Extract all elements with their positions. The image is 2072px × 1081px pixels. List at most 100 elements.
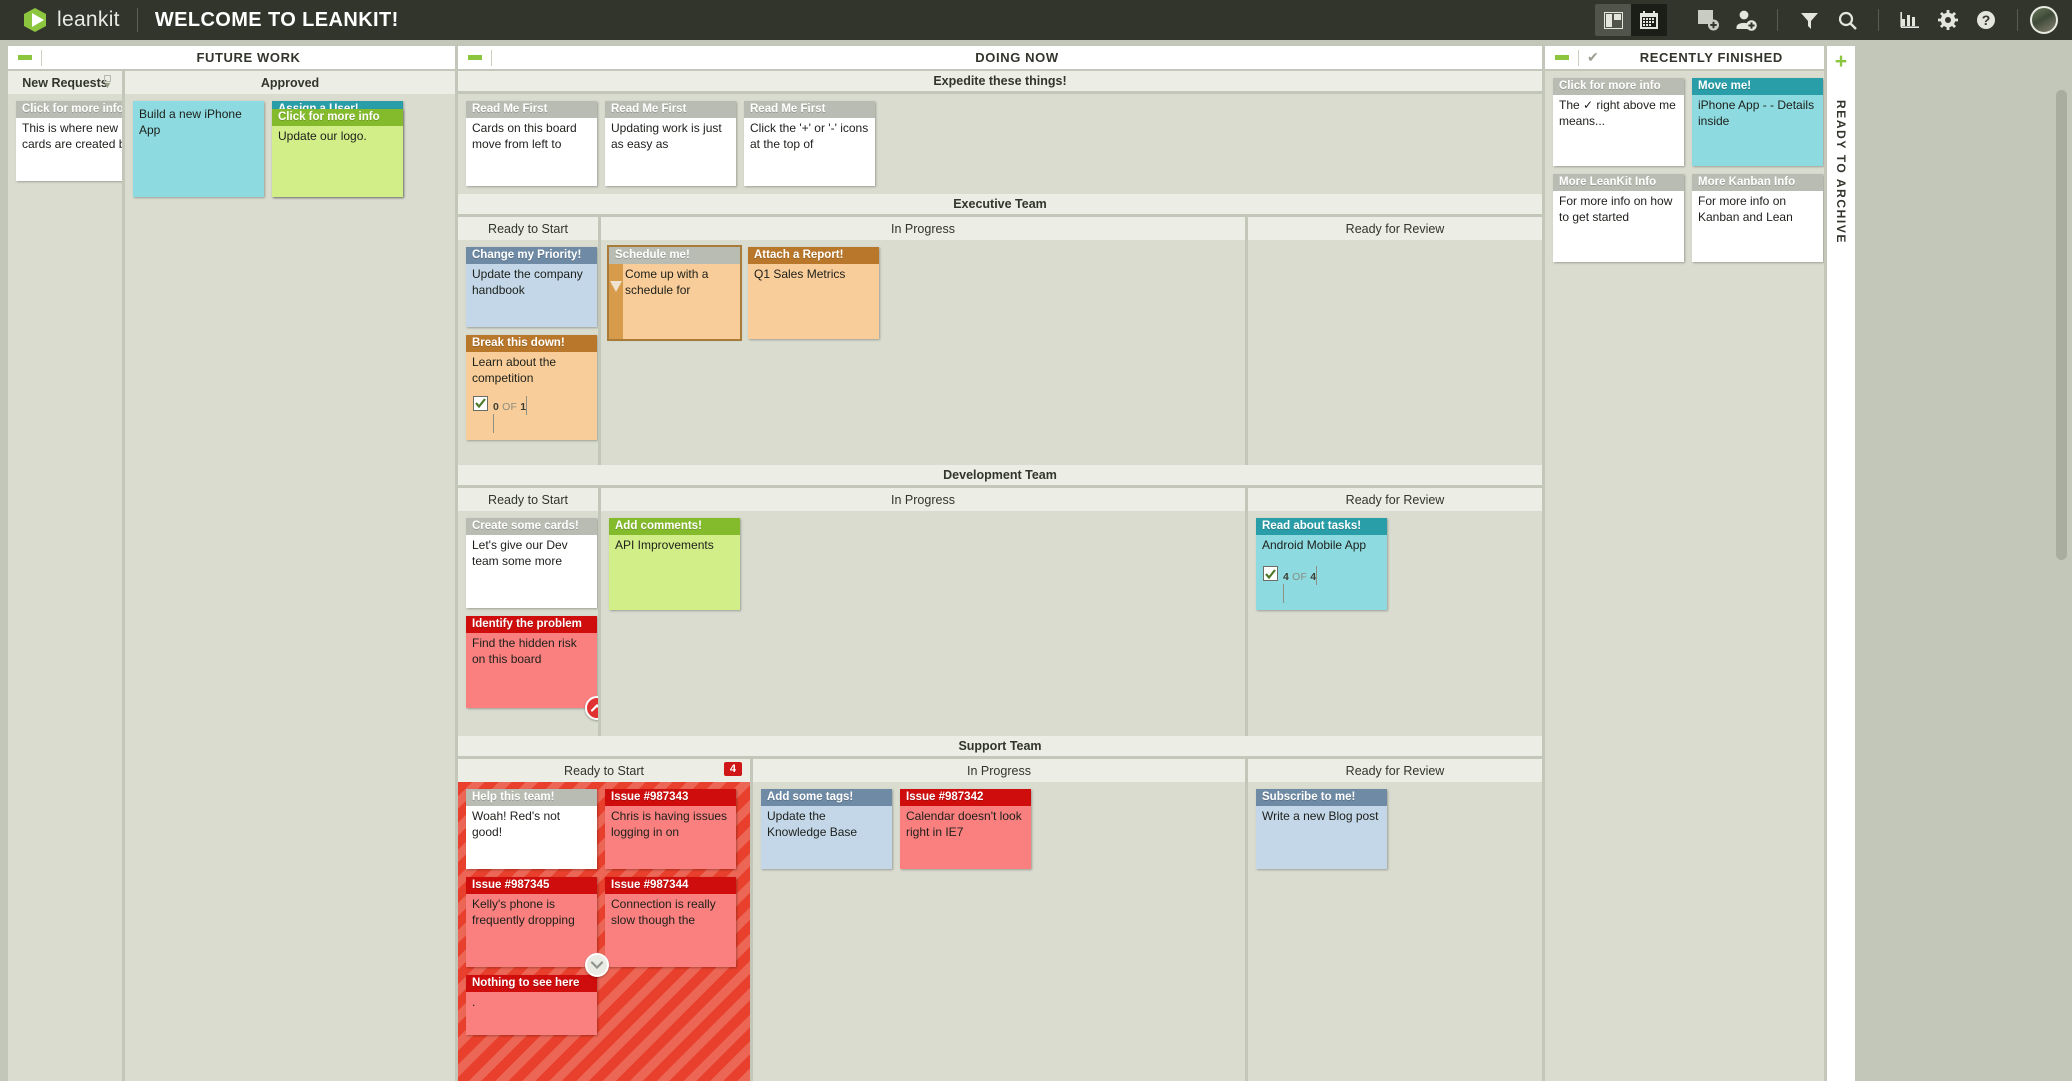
card[interactable]: Create some cards! Let's give our Dev te… — [466, 518, 597, 608]
column-header-exec-ready-for-review[interactable]: Ready for Review — [1248, 217, 1542, 240]
help-icon[interactable]: ? — [1967, 3, 2005, 37]
card[interactable]: Identify the problem Find the hidden ris… — [466, 616, 597, 708]
collapse-lane-icon[interactable] — [1555, 55, 1569, 60]
card-header: Change my Priority! — [466, 247, 597, 264]
dropzone-recently-finished[interactable]: Click for more info The ✓ right above me… — [1545, 71, 1824, 1081]
drop-target-icon[interactable]: ▼ — [103, 75, 112, 90]
card[interactable]: Issue #987343 Chris is having issues log… — [605, 789, 736, 869]
card-body: Click the '+' or '-' icons at the top of — [744, 118, 875, 186]
dropzone-support-ready-to-start[interactable]: Help this team! Woah! Red's not good! Is… — [458, 782, 753, 1081]
checkbox-icon[interactable] — [473, 396, 488, 411]
priority-low-icon[interactable] — [585, 953, 609, 977]
dropzone-dev-ready-for-review[interactable]: Read about tasks! Android Mobile App 4 O… — [1248, 511, 1542, 736]
ready-to-archive-rail: + READY TO ARCHIVE — [1827, 46, 1855, 1081]
sublane-header-executive-team[interactable]: Executive Team — [458, 194, 1542, 217]
card-body: Cards on this board move from left to — [466, 118, 597, 186]
card[interactable]: Add comments! API Improvements — [609, 518, 740, 610]
brand[interactable]: leankit — [0, 7, 120, 33]
lane-complete-check-icon[interactable]: ✔ — [1587, 49, 1599, 66]
dropzone-expedite[interactable]: Read Me First Cards on this board move f… — [458, 94, 1542, 194]
add-user-icon[interactable] — [1727, 3, 1765, 37]
card[interactable]: Issue #987342 Calendar doesn't look righ… — [900, 789, 1031, 869]
card[interactable]: Add some tags! Update the Knowledge Base — [761, 789, 892, 869]
card-body: Learn about the competition — [466, 352, 597, 392]
card-header: Break this down! — [466, 335, 597, 352]
card[interactable]: Build a new iPhone App — [133, 101, 264, 197]
card[interactable]: Read Me First Click the '+' or '-' icons… — [744, 101, 875, 186]
card[interactable]: Click for more info This is where new ca… — [16, 101, 125, 181]
card[interactable]: Change my Priority! Update the company h… — [466, 247, 597, 327]
card[interactable]: Help this team! Woah! Red's not good! — [466, 789, 597, 869]
card[interactable]: More Kanban Info For more info on Kanban… — [1692, 174, 1823, 262]
dropzone-exec-in-progress[interactable]: Schedule me! Come up with a schedule for… — [601, 240, 1248, 465]
lane-header-future-work: FUTURE WORK — [8, 46, 455, 71]
add-card-icon[interactable] — [1689, 3, 1727, 37]
dropzone-approved[interactable]: Build a new iPhone App Assign a User! Bu… — [125, 94, 455, 1081]
card-header: More LeanKit Info — [1553, 174, 1684, 191]
lane-future-work: FUTURE WORK New Requests ▼ Approved — [8, 46, 455, 1081]
dropzone-dev-ready-to-start[interactable]: Create some cards! Let's give our Dev te… — [458, 511, 601, 736]
dropzone-exec-ready-to-start[interactable]: Change my Priority! Update the company h… — [458, 240, 601, 465]
column-header-support-in-progress[interactable]: In Progress — [753, 759, 1248, 782]
dropzone-dev-in-progress[interactable]: Add comments! API Improvements — [601, 511, 1248, 736]
filter-icon[interactable] — [1790, 3, 1828, 37]
analytics-icon[interactable] — [1891, 3, 1929, 37]
card-header: Add comments! — [609, 518, 740, 535]
future-column-headers: New Requests ▼ Approved — [8, 71, 455, 94]
card[interactable]: Read Me First Updating work is just as e… — [605, 101, 736, 186]
dev-column-headers: Ready to Start In Progress Ready for Rev… — [458, 488, 1542, 511]
sublane-header-development-team[interactable]: Development Team — [458, 465, 1542, 488]
lane-title: DOING NOW — [492, 50, 1542, 65]
lane-recently-finished: ✔ RECENTLY FINISHED Click for more info … — [1542, 46, 1824, 1081]
card[interactable]: Nothing to see here . — [466, 975, 597, 1035]
column-header-new-requests[interactable]: New Requests ▼ — [8, 71, 125, 94]
card-header: Issue #987344 — [605, 877, 736, 894]
column-header-dev-ready-to-start[interactable]: Ready to Start — [458, 488, 601, 511]
checklist-of: OF — [1292, 571, 1307, 583]
card[interactable]: Read Me First Cards on this board move f… — [466, 101, 597, 186]
card-body: The ✓ right above me means... — [1553, 95, 1684, 166]
dropzone-support-in-progress[interactable]: Add some tags! Update the Knowledge Base… — [753, 782, 1248, 1081]
search-icon[interactable] — [1828, 3, 1866, 37]
card-checklist[interactable]: 4 OF 4 — [1256, 562, 1387, 610]
board-view-icon[interactable] — [1595, 4, 1631, 36]
collapse-lane-icon[interactable] — [18, 55, 32, 60]
avatar[interactable] — [2030, 6, 2058, 34]
dropzone-new-requests[interactable]: Click for more info This is where new ca… — [8, 94, 125, 1081]
checkbox-icon[interactable] — [1263, 566, 1278, 581]
card[interactable]: Click for more info Update our logo. — [272, 109, 403, 197]
card[interactable]: Click for more info The ✓ right above me… — [1553, 78, 1684, 166]
vertical-scrollbar[interactable] — [2056, 90, 2067, 560]
dropzone-exec-ready-for-review[interactable] — [1248, 240, 1542, 465]
card-body: For more info on Kanban and Lean — [1692, 191, 1823, 262]
card[interactable]: Issue #987345 Kelly's phone is frequentl… — [466, 877, 597, 967]
dev-zones: Create some cards! Let's give our Dev te… — [458, 511, 1542, 736]
column-header-dev-ready-for-review[interactable]: Ready for Review — [1248, 488, 1542, 511]
dropzone-support-ready-for-review[interactable]: Subscribe to me! Write a new Blog post — [1248, 782, 1542, 1081]
card[interactable]: Read about tasks! Android Mobile App 4 O… — [1256, 518, 1387, 610]
column-header-exec-in-progress[interactable]: In Progress — [601, 217, 1248, 240]
gear-icon[interactable] — [1929, 3, 1967, 37]
card-body: Write a new Blog post — [1256, 806, 1387, 869]
column-header-support-ready-for-review[interactable]: Ready for Review — [1248, 759, 1542, 782]
exec-zones: Change my Priority! Update the company h… — [458, 240, 1542, 465]
card-body: Android Mobile App — [1256, 535, 1387, 562]
column-header-support-ready-to-start[interactable]: Ready to Start 4 — [458, 759, 753, 782]
card[interactable]: Break this down! Learn about the competi… — [466, 335, 597, 440]
card[interactable]: Schedule me! Come up with a schedule for — [609, 247, 740, 339]
card-checklist[interactable]: 0 OF 1 — [466, 392, 597, 440]
calendar-icon[interactable] — [1631, 4, 1667, 36]
column-header-dev-in-progress[interactable]: In Progress — [601, 488, 1248, 511]
add-lane-icon[interactable]: + — [1835, 51, 1847, 72]
card[interactable]: More LeanKit Info For more info on how t… — [1553, 174, 1684, 262]
sublane-header-expedite[interactable]: Expedite these things! — [458, 71, 1542, 94]
sublane-header-support-team[interactable]: Support Team — [458, 736, 1542, 759]
column-header-exec-ready-to-start[interactable]: Ready to Start — [458, 217, 601, 240]
card[interactable]: Attach a Report! Q1 Sales Metrics — [748, 247, 879, 339]
card[interactable]: Issue #987344 Connection is really slow … — [605, 877, 736, 967]
card[interactable]: Move me! iPhone App - - Details inside — [1692, 78, 1823, 166]
card[interactable]: Subscribe to me! Write a new Blog post — [1256, 789, 1387, 869]
column-header-approved[interactable]: Approved — [125, 71, 455, 94]
collapse-lane-icon[interactable] — [468, 55, 482, 60]
priority-high-icon[interactable] — [585, 696, 601, 720]
